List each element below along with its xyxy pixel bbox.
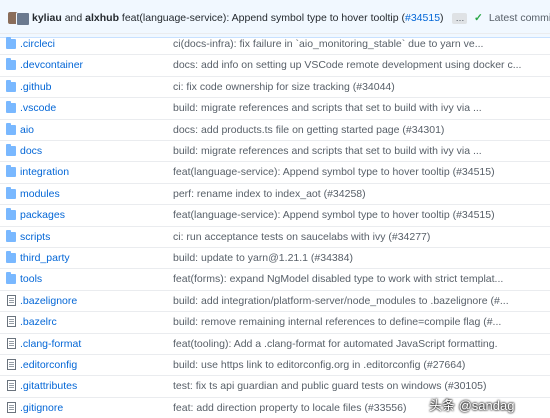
- commit-message-link[interactable]: test: fix ts api guardian and public gua…: [173, 380, 486, 392]
- commit-message-link[interactable]: build: update to yarn@1.21.1 (#34384): [173, 252, 353, 264]
- commit-message-link[interactable]: build: migrate references and scripts th…: [173, 145, 482, 157]
- file-row[interactable]: scripts ci: run acceptance tests on sauce…: [0, 225, 550, 247]
- folder-icon: [6, 229, 16, 242]
- folder-icon: [6, 122, 16, 135]
- file-icon: [7, 294, 16, 306]
- file-name-link[interactable]: .vscode: [20, 102, 56, 114]
- commit-message-link[interactable]: feat(tooling): Add a .clang-format for a…: [173, 338, 498, 350]
- commit-message-link[interactable]: feat(language-service): Append symbol ty…: [173, 166, 495, 178]
- file-name-link[interactable]: .devcontainer: [20, 59, 83, 71]
- author-avatars[interactable]: [8, 12, 30, 26]
- commit-message-link[interactable]: build: remove remaining internal referen…: [173, 316, 501, 328]
- file-name-link[interactable]: third_party: [20, 252, 70, 264]
- file-name-link[interactable]: .bazelignore: [20, 295, 77, 307]
- commit-message-link[interactable]: build: use https link to editorconfig.or…: [173, 359, 465, 371]
- expand-message-button[interactable]: …: [452, 12, 468, 24]
- commit-message-link[interactable]: build: add integration/platform-server/n…: [173, 295, 509, 307]
- file-row[interactable]: aio docs: add products.ts file on getting…: [0, 118, 550, 140]
- file-row[interactable]: integration feat(language-service): Appen…: [0, 161, 550, 182]
- file-row[interactable]: .editorconfig build: use https link to ed…: [0, 354, 550, 375]
- file-row[interactable]: .gitattributes test: fix ts api guardian …: [0, 375, 550, 396]
- file-row[interactable]: .vscode build: migrate references and scr…: [0, 97, 550, 118]
- file-row[interactable]: docs build: migrate references and script…: [0, 140, 550, 161]
- commit-message[interactable]: feat(language-service): Append symbol ty…: [122, 12, 405, 24]
- folder-icon: [6, 144, 16, 156]
- file-icon: [7, 337, 16, 349]
- file-name-link[interactable]: .bazelrc: [20, 316, 57, 328]
- file-row[interactable]: third_party build: update to yarn@1.21.1 …: [0, 247, 550, 268]
- folder-icon: [6, 251, 16, 263]
- file-icon: [7, 401, 16, 413]
- file-icon: [7, 380, 16, 392]
- file-row[interactable]: .clang-format feat(tooling): Add a .clang…: [0, 332, 550, 354]
- file-name-link[interactable]: aio: [20, 124, 34, 136]
- file-name-link[interactable]: docs: [20, 145, 42, 157]
- commit-message-link[interactable]: docs: add info on setting up VSCode remo…: [173, 59, 521, 71]
- commit-message-link[interactable]: docs: add products.ts file on getting st…: [173, 124, 444, 136]
- author-conjunction: and: [64, 12, 83, 24]
- avatar[interactable]: [16, 12, 30, 26]
- file-icon: [7, 316, 16, 328]
- file-name-link[interactable]: .circleci: [20, 38, 55, 50]
- file-row[interactable]: .devcontainer docs: add info on setting u…: [0, 54, 550, 75]
- commit-message-link[interactable]: ci: run acceptance tests on saucelabs wi…: [173, 231, 430, 243]
- file-name-link[interactable]: .github: [20, 81, 52, 93]
- file-row[interactable]: .circleci ci(docs-infra): fix failure in …: [0, 33, 550, 54]
- file-name-link[interactable]: .editorconfig: [20, 359, 77, 371]
- file-row[interactable]: .bazelignore build: add integration/platf…: [0, 289, 550, 311]
- pr-link[interactable]: #34515: [405, 12, 440, 24]
- folder-icon: [6, 37, 16, 49]
- latest-commit-label[interactable]: Latest commit 9: [489, 12, 550, 24]
- file-name-link[interactable]: packages: [20, 209, 65, 221]
- commit-message-close: ): [440, 12, 444, 24]
- watermark: 头条 @sandag: [429, 398, 515, 413]
- file-icon: [7, 359, 16, 370]
- file-name-link[interactable]: tools: [20, 273, 42, 285]
- commit-message-link[interactable]: feat: add direction property to locale f…: [173, 402, 406, 414]
- folder-icon: [6, 208, 16, 221]
- commit-message-link[interactable]: perf: rename index to index_aot (#34258): [173, 188, 366, 200]
- commit-message-link[interactable]: ci(docs-infra): fix failure in `aio_moni…: [173, 38, 483, 50]
- file-name-link[interactable]: modules: [20, 188, 60, 200]
- file-row[interactable]: modules perf: rename index to index_aot (…: [0, 182, 550, 204]
- file-name-link[interactable]: .gitattributes: [20, 380, 77, 392]
- commit-summary: kyliau and alxhub feat(language-service)…: [32, 12, 468, 24]
- folder-icon: [6, 79, 16, 92]
- folder-icon: [6, 165, 16, 178]
- latest-commit-link[interactable]: ✓ Latest commit 9: [474, 12, 550, 24]
- check-icon: ✓: [474, 12, 483, 24]
- folder-icon: [6, 101, 16, 114]
- file-row[interactable]: tools feat(forms): expand NgModel disable…: [0, 268, 550, 289]
- file-name-link[interactable]: .clang-format: [20, 338, 81, 350]
- file-row[interactable]: .github ci: fix code ownership for size t…: [0, 75, 550, 97]
- file-row[interactable]: .bazelrc build: remove remaining internal…: [0, 311, 550, 332]
- file-row[interactable]: packages feat(language-service): Append s…: [0, 204, 550, 225]
- commit-message-link[interactable]: build: migrate references and scripts th…: [173, 102, 482, 114]
- folder-icon: [6, 186, 16, 199]
- file-name-link[interactable]: .gitignore: [20, 402, 63, 414]
- commit-message-link[interactable]: feat(forms): expand NgModel disabled typ…: [173, 273, 503, 285]
- commit-message-link[interactable]: ci: fix code ownership for size tracking…: [173, 81, 395, 93]
- commit-message-link[interactable]: feat(language-service): Append symbol ty…: [173, 209, 495, 221]
- coauthor-link[interactable]: alxhub: [85, 12, 119, 24]
- folder-icon: [6, 272, 16, 285]
- file-name-link[interactable]: scripts: [20, 231, 50, 243]
- folder-icon: [6, 58, 16, 71]
- author-link[interactable]: kyliau: [32, 12, 62, 24]
- file-name-link[interactable]: integration: [20, 166, 69, 178]
